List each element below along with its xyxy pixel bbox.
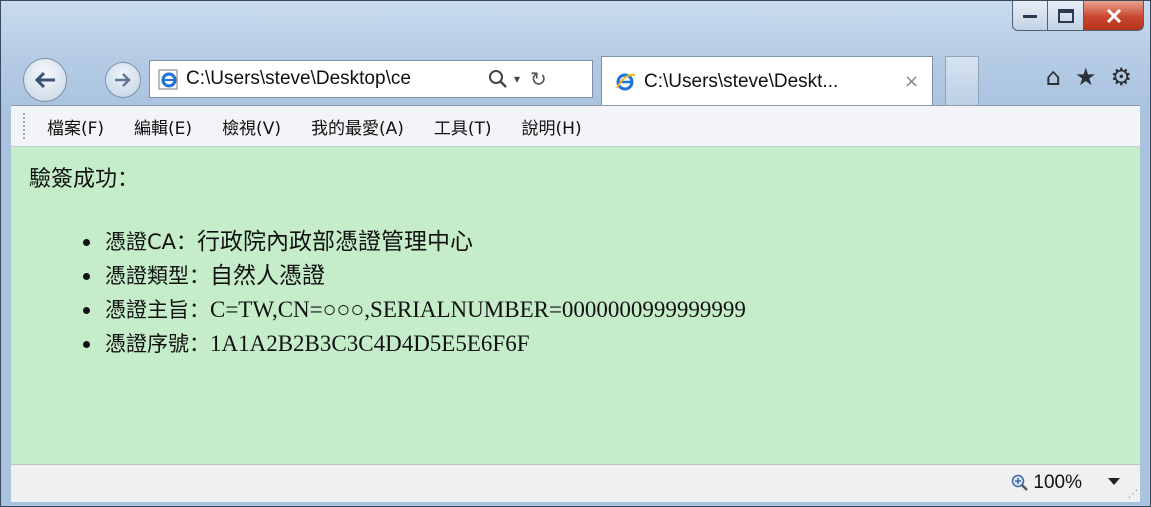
resize-grip-icon[interactable]: ⋰ <box>1128 489 1138 500</box>
tab-close-icon[interactable]: × <box>904 71 919 92</box>
detail-label: 憑證序號： <box>105 332 210 356</box>
status-bar: 100% ⋰ <box>11 464 1140 502</box>
menu-favorites[interactable]: 我的最愛(A) <box>311 114 404 139</box>
maximize-button[interactable] <box>1048 1 1084 31</box>
ie-tab-icon <box>616 73 636 90</box>
search-icon[interactable] <box>488 69 508 89</box>
menu-edit[interactable]: 編輯(E) <box>134 114 192 139</box>
list-item-ca: 憑證CA：行政院內政部憑證管理中心 <box>83 225 1140 259</box>
home-icon[interactable]: ⌂ <box>1046 63 1061 91</box>
forward-button[interactable] <box>105 62 141 98</box>
menu-grip <box>23 113 29 139</box>
list-item-serial: 憑證序號：1A1A2B2B3C3C4D4D5E5E6F6F <box>83 327 1140 361</box>
minimize-icon <box>1023 14 1037 18</box>
menu-bar: 檔案(F) 編輯(E) 檢視(V) 我的最愛(A) 工具(T) 說明(H) <box>11 105 1140 147</box>
zoom-magnifier-icon <box>1012 474 1029 491</box>
zoom-level: 100% <box>1033 472 1082 493</box>
menu-file[interactable]: 檔案(F) <box>47 114 104 139</box>
detail-value: 自然人憑證 <box>210 263 325 288</box>
detail-value: 行政院內政部憑證管理中心 <box>197 229 474 254</box>
list-item-subject: 憑證主旨：C=TW,CN=○○○,SERIALNUMBER=0000000999… <box>83 293 1140 327</box>
page-content: 驗簽成功： 憑證CA：行政院內政部憑證管理中心 憑證類型：自然人憑證 憑證主旨：… <box>11 147 1140 464</box>
tab-title: C:\Users\steve\Deskt... <box>644 70 839 92</box>
page-title: 驗簽成功： <box>29 167 140 192</box>
menu-help[interactable]: 說明(H) <box>522 114 582 139</box>
detail-label: 憑證類型： <box>105 264 210 288</box>
close-icon <box>1106 8 1121 23</box>
address-bar[interactable]: C:\Users\steve\Desktop\ce ▾ ↻ <box>149 60 593 98</box>
maximize-icon <box>1057 8 1074 23</box>
browser-window: C:\Users\steve\Desktop\ce ▾ ↻ C:\Users\s… <box>0 0 1151 507</box>
zoom-dropdown-icon[interactable] <box>1108 478 1120 485</box>
forward-arrow-icon <box>115 73 131 87</box>
address-url[interactable]: C:\Users\steve\Desktop\ce <box>186 68 482 90</box>
certificate-details: 憑證CA：行政院內政部憑證管理中心 憑證類型：自然人憑證 憑證主旨：C=TW,C… <box>29 225 1140 361</box>
tools-gear-icon[interactable]: ⚙ <box>1110 63 1132 91</box>
detail-label: 憑證CA： <box>105 230 198 254</box>
refresh-icon[interactable]: ↻ <box>530 67 547 91</box>
address-dropdown-icon[interactable]: ▾ <box>514 72 520 86</box>
menu-view[interactable]: 檢視(V) <box>222 114 281 139</box>
browser-command-icons: ⌂ ★ ⚙ <box>1046 63 1132 91</box>
navigation-bar: C:\Users\steve\Desktop\ce ▾ ↻ C:\Users\s… <box>1 53 1150 106</box>
list-item-type: 憑證類型：自然人憑證 <box>83 259 1140 293</box>
zoom-control[interactable]: 100% <box>1011 472 1082 494</box>
detail-value: C=TW,CN=○○○,SERIALNUMBER=000000099999999… <box>210 297 746 322</box>
window-caption-buttons <box>1012 1 1144 31</box>
detail-value: 1A1A2B2B3C3C4D4D5E5E6F6F <box>210 331 530 356</box>
tab-active[interactable]: C:\Users\steve\Deskt... × <box>601 56 933 106</box>
favorites-star-icon[interactable]: ★ <box>1075 63 1097 91</box>
close-window-button[interactable] <box>1084 1 1144 31</box>
ie-page-icon <box>158 69 178 90</box>
minimize-button[interactable] <box>1012 1 1048 31</box>
new-tab-button[interactable] <box>945 56 979 105</box>
menu-tools[interactable]: 工具(T) <box>434 114 492 139</box>
detail-label: 憑證主旨： <box>105 298 210 322</box>
back-arrow-icon <box>34 71 55 89</box>
back-button[interactable] <box>23 58 67 102</box>
